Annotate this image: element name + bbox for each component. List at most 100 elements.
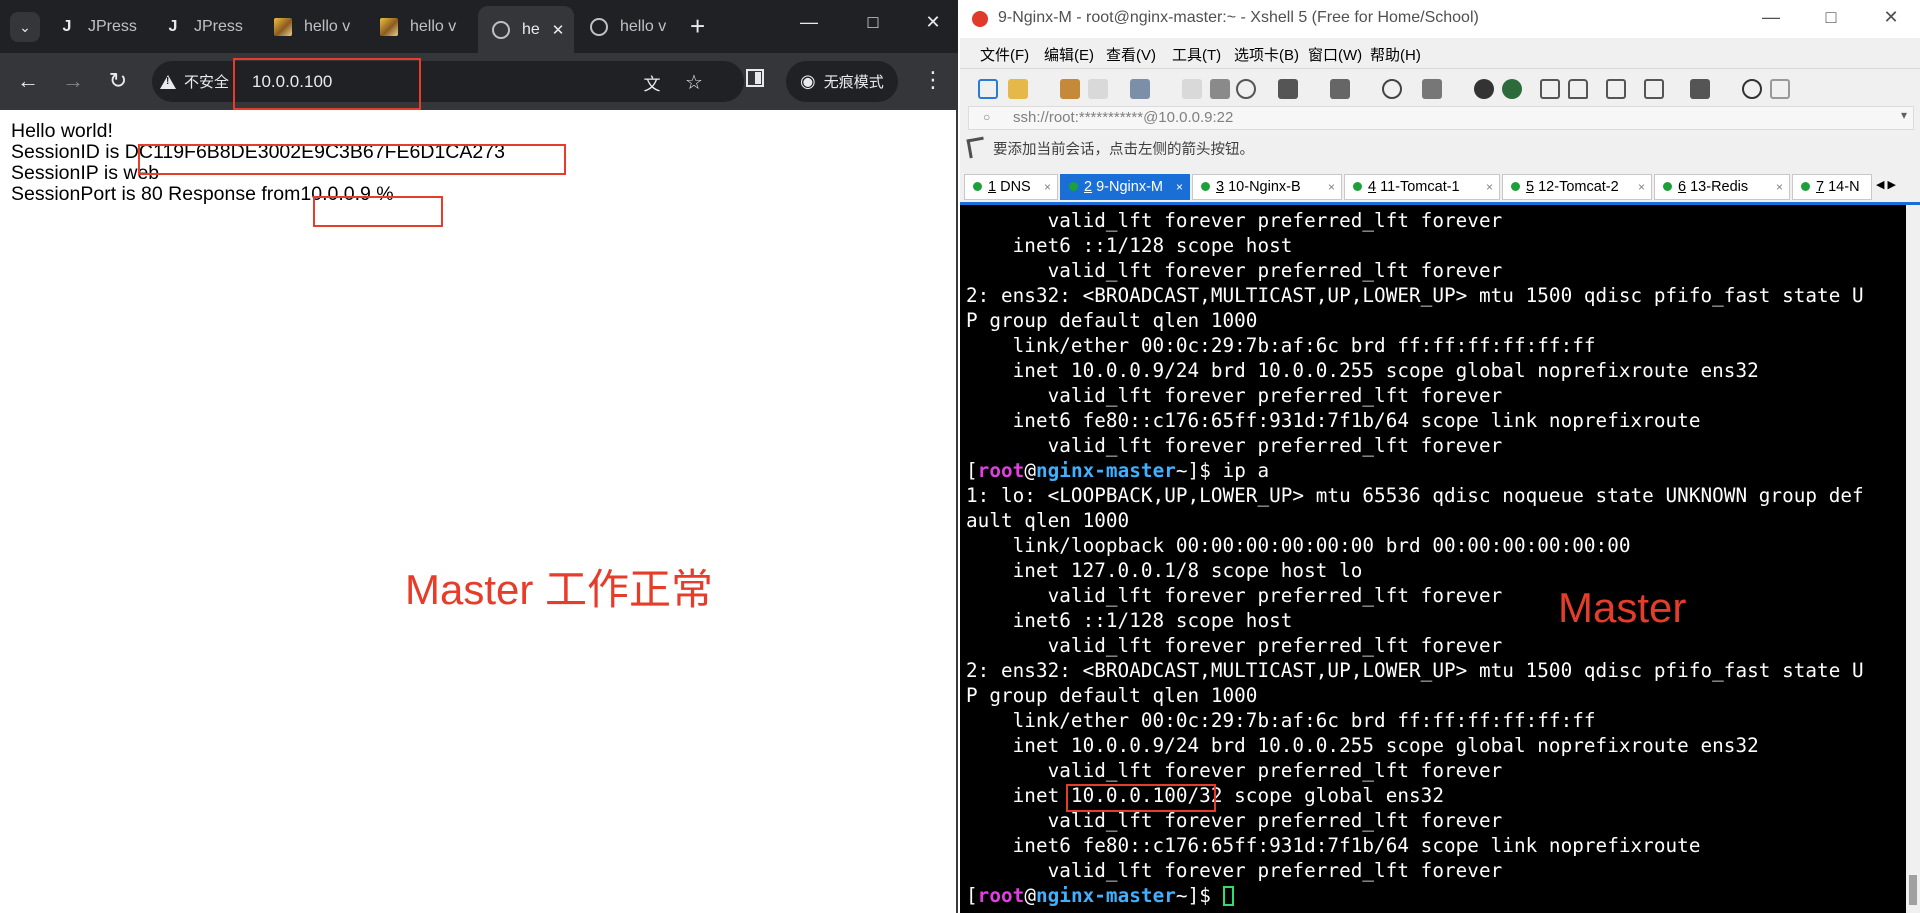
close-tab-icon[interactable]: × xyxy=(1176,175,1183,199)
properties-icon[interactable] xyxy=(1130,79,1150,99)
disconnect-icon[interactable] xyxy=(1088,79,1108,99)
session-address-bar[interactable]: ○ ssh://root:***********@10.0.0.9:22 ▾ xyxy=(968,106,1914,130)
tab-scroll-arrows[interactable]: ◀ ▶ xyxy=(1876,178,1896,191)
star-icon[interactable]: ☆ xyxy=(682,70,706,95)
dropdown-icon[interactable]: ▾ xyxy=(1901,108,1907,122)
xshell-maximize-button[interactable]: □ xyxy=(1816,7,1846,28)
browser-tab[interactable]: he ✕ xyxy=(478,6,574,53)
connected-status-icon xyxy=(973,182,982,191)
menu-item[interactable]: 窗口(W) xyxy=(1308,44,1362,65)
menu-item[interactable]: 编辑(E) xyxy=(1044,44,1094,65)
close-tab-icon[interactable]: × xyxy=(1328,175,1335,199)
forward-button[interactable]: → xyxy=(59,69,87,93)
arrow-icon[interactable] xyxy=(966,136,987,159)
menu-item[interactable]: 选项卡(B) xyxy=(1234,44,1299,65)
reload-button[interactable]: ↻ xyxy=(104,69,132,93)
session-tab-label: DNS xyxy=(1000,179,1031,195)
prompt-bracket: [ xyxy=(966,459,978,482)
browser-tab[interactable]: hello v xyxy=(590,12,680,42)
print-icon[interactable] xyxy=(1278,79,1298,99)
xshell-window: 9-Nginx-M - root@nginx-master:~ - Xshell… xyxy=(960,0,1920,913)
session-tab[interactable]: 7 14-N xyxy=(1792,174,1872,200)
connected-status-icon xyxy=(1511,182,1520,191)
prompt-user: root xyxy=(977,884,1025,907)
terminal-command: ip a xyxy=(1210,459,1270,482)
session-ip-line: SessionIP is web xyxy=(11,162,160,184)
session-tab[interactable]: 1 DNS × xyxy=(964,174,1058,200)
translate-icon[interactable]: 文 xyxy=(640,70,664,95)
terminal-line: valid_lft forever preferred_lft forever xyxy=(966,859,1503,882)
help-icon[interactable] xyxy=(1742,79,1762,99)
session-tab[interactable]: 3 10-Nginx-B × xyxy=(1192,174,1342,200)
terminal-line: inet6 fe80::c176:65ff:931d:7f1b/64 scope… xyxy=(966,409,1701,432)
new-tab-button[interactable]: + xyxy=(690,12,705,40)
session-tab-number: 3 xyxy=(1216,179,1225,195)
session-tab[interactable]: 6 13-Redis × xyxy=(1654,174,1790,200)
tab-search-button[interactable]: ⌄ xyxy=(10,12,40,42)
terminal-line: 2: ens32: <BROADCAST,MULTICAST,UP,LOWER_… xyxy=(966,284,1864,307)
session-tab[interactable]: 5 12-Tomcat-2 × xyxy=(1502,174,1652,200)
menu-item[interactable]: 帮助(H) xyxy=(1370,44,1421,65)
side-panel-icon[interactable] xyxy=(746,69,764,87)
hello-line: Hello world! xyxy=(11,120,113,142)
terminal-line: inet6 ::1/128 scope host xyxy=(966,609,1293,632)
session-tab-bar: 1 DNS × 2 9-Nginx-M × 3 10-Nginx-B × 4 11-Tomc… xyxy=(960,172,1920,205)
layout-icon[interactable] xyxy=(1690,79,1710,99)
back-button[interactable]: ← xyxy=(14,69,42,93)
close-tab-icon[interactable]: × xyxy=(1486,175,1493,199)
session-hint-text: 要添加当前会话，点击左侧的箭头按钮。 xyxy=(993,142,1254,158)
fullscreen-icon[interactable] xyxy=(1540,79,1560,99)
open-folder-icon[interactable] xyxy=(1008,79,1028,99)
session-tab[interactable]: 2 9-Nginx-M × xyxy=(1060,174,1190,200)
session-tab[interactable]: 4 11-Tomcat-1 × xyxy=(1344,174,1500,200)
close-tab-icon[interactable]: × xyxy=(1638,175,1645,199)
close-window-button[interactable]: ✕ xyxy=(918,12,948,33)
globe-icon[interactable] xyxy=(1382,79,1402,99)
connected-status-icon xyxy=(1801,182,1810,191)
xshell-close-button[interactable]: ✕ xyxy=(1876,7,1906,28)
more-menu-icon[interactable]: ⋮ xyxy=(922,67,944,93)
browser-tab[interactable]: J JPress xyxy=(164,12,254,42)
copy-icon[interactable] xyxy=(1182,79,1202,99)
browser-tab-label: JPress xyxy=(88,18,137,35)
menu-item[interactable]: 查看(V) xyxy=(1106,44,1156,65)
terminal-line: inet 10.0.0.9/24 brd 10.0.0.255 scope gl… xyxy=(966,359,1759,382)
paste-icon[interactable] xyxy=(1210,79,1230,99)
minimize-button[interactable]: — xyxy=(794,12,824,33)
incognito-chip[interactable]: ◉ 无痕模式 xyxy=(786,61,898,102)
reconnect-icon[interactable] xyxy=(1060,79,1080,99)
keyboard-icon[interactable] xyxy=(1606,79,1626,99)
xagent-icon[interactable] xyxy=(1502,79,1522,99)
page-content: Hello world! SessionID is DC119F6B8DE300… xyxy=(0,110,956,913)
browser-tab[interactable]: hello v xyxy=(380,12,470,42)
prompt-host: nginx-master xyxy=(1035,459,1176,482)
find-icon[interactable] xyxy=(1236,79,1256,99)
prompt-at: @ xyxy=(1024,459,1036,482)
security-chip[interactable]: 不安全 xyxy=(160,67,229,96)
session-tab-number: 7 xyxy=(1816,179,1825,195)
maximize-button[interactable]: □ xyxy=(858,12,888,33)
lock-icon[interactable] xyxy=(1568,79,1588,99)
image-icon xyxy=(380,18,398,36)
browser-tab[interactable]: hello v xyxy=(274,12,364,42)
menu-item[interactable]: 工具(T) xyxy=(1172,44,1221,65)
response-ip-highlight-box xyxy=(313,196,443,227)
terminal-line: valid_lft forever preferred_lft forever xyxy=(966,809,1503,832)
close-tab-icon[interactable]: × xyxy=(1776,175,1783,199)
xftp-icon[interactable] xyxy=(1474,79,1494,99)
close-tab-icon[interactable]: × xyxy=(1044,175,1051,199)
xshell-minimize-button[interactable]: — xyxy=(1756,7,1786,28)
close-tab-icon[interactable]: ✕ xyxy=(552,21,565,39)
prompt-at: @ xyxy=(1024,884,1036,907)
transfer-icon[interactable] xyxy=(1330,79,1350,99)
chat-icon[interactable] xyxy=(1770,79,1790,99)
session-tab-number: 2 xyxy=(1084,179,1093,195)
menu-item[interactable]: 文件(F) xyxy=(980,44,1029,65)
terminal-scrollbar[interactable] xyxy=(1906,205,1920,913)
add-tab-icon[interactable] xyxy=(1644,79,1664,99)
session-tab-label: 14-N xyxy=(1828,179,1860,195)
new-session-icon[interactable] xyxy=(978,79,998,99)
browser-tab[interactable]: J JPress xyxy=(58,12,148,42)
scrollbar-thumb[interactable] xyxy=(1909,875,1917,905)
font-icon[interactable] xyxy=(1422,79,1442,99)
